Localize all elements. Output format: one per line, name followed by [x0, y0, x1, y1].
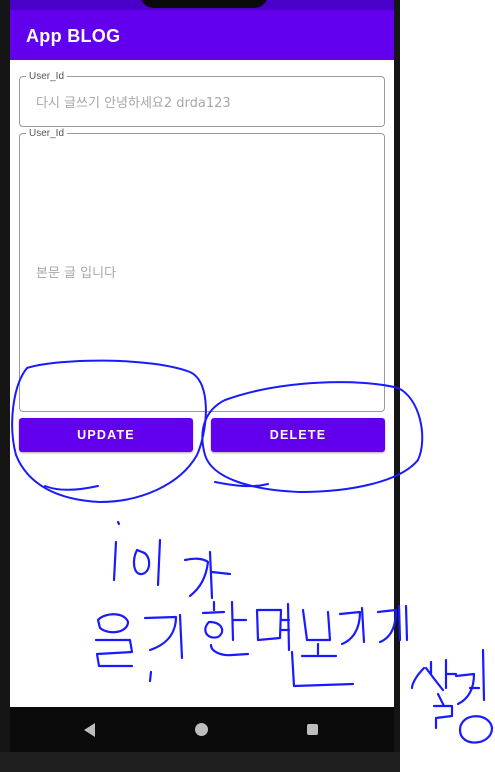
title-field[interactable]: User_Id: [19, 71, 385, 127]
app-bar: App BLOG: [10, 10, 394, 60]
title-field-label: User_Id: [26, 71, 68, 82]
app-title: App BLOG: [26, 26, 121, 46]
camera-notch: [140, 0, 268, 8]
phone-bezel-left: [0, 0, 10, 772]
back-triangle-icon[interactable]: [84, 723, 95, 737]
phone-screen: App BLOG User_Id User_Id UPDATE DELETE: [10, 0, 394, 752]
body-field-label: User_Id: [26, 128, 68, 139]
title-input[interactable]: [36, 94, 374, 112]
update-button[interactable]: UPDATE: [19, 418, 193, 452]
background-outside-phone: [400, 0, 495, 772]
delete-button[interactable]: DELETE: [211, 418, 385, 452]
system-navigation-bar: [10, 707, 394, 752]
phone-bezel-bottom: [0, 752, 400, 772]
body-input[interactable]: [36, 264, 374, 282]
home-circle-icon[interactable]: [195, 723, 208, 736]
status-bar: [10, 0, 394, 10]
body-field[interactable]: User_Id: [19, 128, 385, 412]
recent-apps-square-icon[interactable]: [307, 724, 318, 735]
